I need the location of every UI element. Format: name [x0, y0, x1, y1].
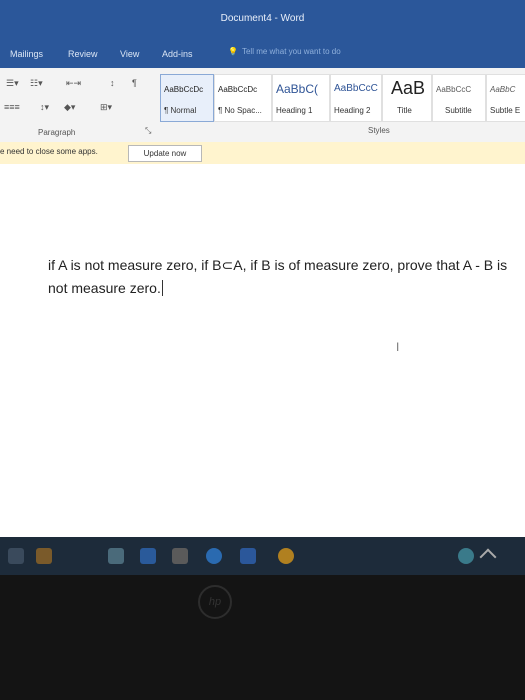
message-bar: e need to close some apps. Update now	[0, 142, 525, 165]
style-name: ¶ Normal	[164, 106, 197, 115]
styles-gallery: AaBbCcDc ¶ Normal AaBbCcDc ¶ No Spac... …	[160, 74, 525, 122]
dialog-launcher-icon[interactable]: ⤡	[145, 126, 151, 136]
style-name: Heading 1	[276, 106, 313, 115]
style-subtitle[interactable]: AaBbCcC Subtitle	[432, 74, 486, 122]
amazon-icon[interactable]	[172, 548, 188, 564]
style-sample: AaBbC	[490, 85, 516, 94]
line-spacing-icon[interactable]: ↕▾	[40, 102, 49, 113]
style-sample: AaBbCcC	[334, 83, 378, 94]
style-subtle-emphasis[interactable]: AaBbC Subtle E	[486, 74, 525, 122]
sort-icon[interactable]: ↕	[110, 78, 115, 88]
style-normal[interactable]: AaBbCcDc ¶ Normal	[160, 74, 214, 122]
ribbon-tabs: Mailings Review View Add-ins 💡 Tell me w…	[0, 38, 525, 68]
style-heading-2[interactable]: AaBbCcC Heading 2	[330, 74, 382, 122]
tab-view[interactable]: View	[120, 49, 139, 59]
task-view-icon[interactable]	[8, 548, 24, 564]
tell-me-placeholder: Tell me what you want to do	[241, 47, 341, 56]
lightbulb-icon: 💡	[228, 47, 238, 56]
laptop-bezel	[0, 575, 525, 700]
bullets-icon[interactable]: ☰▾	[6, 78, 19, 89]
tab-review[interactable]: Review	[68, 49, 98, 59]
chrome-icon[interactable]	[278, 548, 294, 564]
document-text: if A is not measure zero, if B⊂A, if B i…	[48, 257, 508, 296]
pilcrow-icon[interactable]: ¶	[132, 78, 137, 88]
document-page[interactable]: if A is not measure zero, if B⊂A, if B i…	[0, 164, 525, 537]
style-title[interactable]: AaB Title	[382, 74, 432, 122]
store-icon[interactable]	[36, 548, 52, 564]
taskbar	[0, 537, 525, 575]
title-bar: Document4 - Word	[0, 0, 525, 38]
notification-icon[interactable]	[458, 548, 474, 564]
style-sample: AaBbCcDc	[218, 85, 258, 94]
browser-icon[interactable]	[206, 548, 222, 564]
dropbox-icon[interactable]	[140, 548, 156, 564]
word-icon[interactable]	[240, 548, 256, 564]
style-name: Heading 2	[334, 106, 371, 115]
ribbon: ☰▾ ☷▾ ⇤⇥ ↕ ¶ ≡≡≡ ↕▾ ◆▾ ⊞▾ Paragraph ⤡ Aa…	[0, 68, 525, 143]
style-name: ¶ No Spac...	[218, 106, 262, 115]
style-heading-1[interactable]: AaBbC( Heading 1	[272, 74, 330, 122]
styles-group-label: Styles	[368, 126, 390, 135]
numbering-icon[interactable]: ☷▾	[30, 78, 43, 89]
style-name: Subtitle	[445, 106, 472, 115]
paragraph-group: ☰▾ ☷▾ ⇤⇥ ↕ ¶ ≡≡≡ ↕▾ ◆▾ ⊞▾	[0, 74, 150, 124]
tab-add-ins[interactable]: Add-ins	[162, 49, 193, 59]
borders-icon[interactable]: ⊞▾	[100, 102, 112, 113]
style-sample: AaB	[391, 78, 426, 98]
style-name: Title	[397, 106, 412, 115]
ibeam-cursor-icon: I	[396, 340, 400, 354]
screen: Document4 - Word Mailings Review View Ad…	[0, 0, 525, 575]
photos-icon[interactable]	[108, 548, 124, 564]
shading-icon[interactable]: ◆▾	[64, 102, 75, 113]
style-no-spacing[interactable]: AaBbCcDc ¶ No Spac...	[214, 74, 272, 122]
tab-mailings[interactable]: Mailings	[10, 49, 43, 59]
style-sample: AaBbCcDc	[164, 85, 204, 94]
style-sample: AaBbCcC	[436, 85, 472, 94]
indent-icon[interactable]: ⇤⇥	[66, 78, 81, 89]
style-sample: AaBbC(	[276, 82, 319, 96]
align-icon[interactable]: ≡≡≡	[4, 102, 20, 112]
window-title: Document4 - Word	[220, 13, 305, 24]
style-name: Subtle E	[490, 106, 521, 115]
paragraph-group-label: Paragraph	[38, 128, 76, 137]
document-body[interactable]: if A is not measure zero, if B⊂A, if B i…	[48, 254, 508, 300]
tell-me-box[interactable]: 💡 Tell me what you want to do	[228, 47, 341, 56]
message-text: e need to close some apps.	[0, 147, 98, 156]
chevron-up-icon[interactable]	[479, 548, 497, 566]
update-now-button[interactable]: Update now	[128, 145, 202, 162]
text-cursor	[161, 280, 163, 296]
hp-logo-icon: hp	[198, 585, 232, 619]
